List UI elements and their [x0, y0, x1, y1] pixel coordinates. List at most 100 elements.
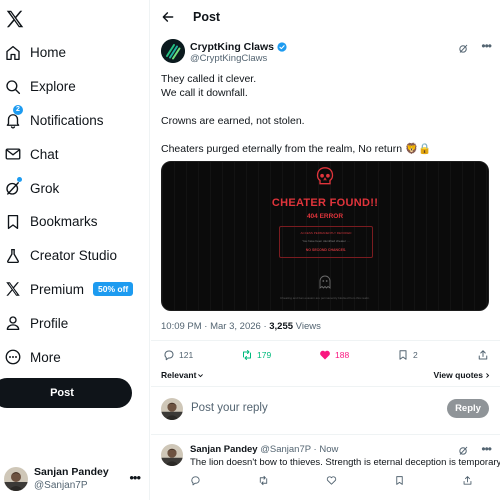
- media-notice-box: ACCESS PERMANENTLY REVOKED You have been…: [279, 226, 373, 258]
- bookmark-icon: [399, 350, 407, 360]
- bookmark-action[interactable]: 2: [397, 349, 418, 361]
- account-info: Sanjan Pandey @Sanjan7P: [34, 465, 109, 493]
- heart-icon[interactable]: [326, 475, 337, 486]
- sidebar-item-more[interactable]: More: [0, 340, 150, 374]
- reply-input[interactable]: Post your reply: [191, 402, 268, 414]
- repost-count: 179: [257, 350, 272, 360]
- reply-button[interactable]: Reply: [447, 399, 489, 418]
- reply-author-meta: @Sanjan7P · Now: [260, 444, 339, 455]
- reply-actions: [190, 475, 490, 487]
- author-name[interactable]: CryptKing Claws: [190, 41, 287, 53]
- grok-icon[interactable]: [458, 445, 469, 456]
- page-header: Post: [151, 0, 500, 34]
- reply-author: Sanjan Pandey @Sanjan7P · Now: [190, 444, 338, 455]
- home-icon: [4, 44, 22, 62]
- sidebar-item-label: More: [30, 349, 61, 365]
- chevron-right-icon: [486, 372, 490, 378]
- sidebar-item-profile[interactable]: Profile: [0, 306, 150, 340]
- reply-icon[interactable]: [190, 475, 201, 486]
- page-title: Post: [193, 10, 221, 24]
- repost-action[interactable]: 179: [241, 349, 271, 361]
- reply-icon: [164, 350, 174, 361]
- tweet-line: They called it clever.: [161, 73, 257, 85]
- grok-icon[interactable]: [458, 43, 469, 54]
- sidebar-item-creator-studio[interactable]: Creator Studio: [0, 239, 150, 273]
- view-quotes-link[interactable]: View quotes: [434, 370, 491, 380]
- repost-icon[interactable]: [258, 475, 269, 486]
- media-notice-body: You have been identified cheater …: [302, 239, 350, 243]
- post-button[interactable]: Post: [0, 378, 132, 408]
- more-horizontal-icon[interactable]: •••: [129, 470, 141, 485]
- more-circle-icon: [4, 348, 22, 366]
- sidebar-item-label: Bookmarks: [30, 214, 98, 230]
- like-action[interactable]: 188: [319, 349, 349, 361]
- tweet-text: They called it clever. We call it downfa…: [161, 72, 491, 156]
- premium-discount-badge: 50% off: [93, 282, 134, 297]
- person-icon: [4, 314, 22, 332]
- media-error-code: 404 ERROR: [306, 213, 344, 220]
- sidebar-item-label: Home: [30, 45, 67, 61]
- tweet-media-image[interactable]: CHEATER FOUND!! 404 ERROR ACCESS PERMANE…: [161, 161, 489, 311]
- sidebar-item-label: Creator Studio: [30, 248, 118, 264]
- tweet-author: CryptKing Claws @CryptKingClaws •••: [161, 39, 492, 67]
- sidebar-item-bookmarks[interactable]: Bookmarks: [0, 205, 150, 239]
- views-label: Views: [295, 321, 321, 332]
- mail-icon: [4, 145, 22, 163]
- flask-icon: [4, 247, 22, 265]
- avatar: [4, 467, 28, 491]
- ghost-icon: [319, 275, 331, 289]
- view-quotes-label: View quotes: [433, 370, 483, 380]
- sidebar-item-explore[interactable]: Explore: [0, 70, 150, 104]
- reply-action[interactable]: 121: [163, 349, 193, 361]
- account-name: Sanjan Pandey: [34, 466, 109, 478]
- views-count: 3,255: [269, 321, 294, 332]
- share-icon: [478, 350, 488, 360]
- share-action[interactable]: [477, 349, 493, 361]
- divider: [151, 340, 500, 341]
- skull-icon: [316, 167, 334, 185]
- avatar: [161, 398, 183, 420]
- divider: [151, 386, 500, 387]
- like-count: 188: [335, 350, 350, 360]
- sidebar-item-notifications[interactable]: 2 Notifications: [0, 104, 150, 138]
- x-logo[interactable]: [4, 8, 26, 30]
- tweet-line: Cheaters purged eternally from the realm…: [161, 143, 432, 155]
- grok-icon: [4, 177, 22, 197]
- bookmark-count: 2: [413, 350, 418, 360]
- tweet-line: We call it downfall.: [161, 87, 248, 99]
- reply-author-name[interactable]: Sanjan Pandey: [190, 444, 258, 455]
- author-name-text: CryptKing Claws: [190, 41, 275, 53]
- sidebar-item-grok[interactable]: Grok: [0, 171, 150, 205]
- repost-icon: [243, 350, 251, 360]
- reply-item[interactable]: Sanjan Pandey @Sanjan7P · Now ••• The li…: [161, 442, 500, 492]
- main-column: Post CryptKing Claws @CryptKingClaws •••…: [151, 0, 500, 500]
- sidebar-item-label: Chat: [30, 146, 59, 162]
- chevron-down-icon: [198, 373, 204, 377]
- author-handle[interactable]: @CryptKingClaws: [190, 53, 267, 64]
- reply-count: 121: [179, 350, 194, 360]
- sidebar-item-home[interactable]: Home: [0, 36, 150, 70]
- more-horizontal-icon[interactable]: •••: [481, 442, 492, 456]
- sidebar-nav: Home Explore 2 Notifications Chat Grok B…: [0, 36, 150, 374]
- tweet-timestamp[interactable]: 10:09 PM · Mar 3, 2026 · 3,255 Views: [161, 321, 321, 332]
- media-notice-warning: NO SECOND CHANCES.: [305, 248, 347, 252]
- tweet-time: 10:09 PM · Mar 3, 2026 ·: [161, 321, 267, 332]
- back-arrow-icon[interactable]: [161, 10, 175, 24]
- more-horizontal-icon[interactable]: •••: [481, 39, 492, 53]
- sidebar-item-premium[interactable]: Premium 50% off: [0, 273, 150, 307]
- sidebar-item-label: Profile: [30, 315, 69, 331]
- share-icon[interactable]: [462, 475, 473, 486]
- x-logo-icon: [4, 280, 22, 298]
- sort-replies-dropdown[interactable]: Relevant: [161, 370, 204, 380]
- avatar[interactable]: [161, 39, 185, 63]
- bookmark-icon[interactable]: [394, 475, 405, 486]
- verified-badge-icon: [277, 42, 287, 52]
- account-switcher[interactable]: Sanjan Pandey @Sanjan7P •••: [4, 464, 146, 494]
- sidebar-item-label: Premium: [30, 281, 85, 297]
- heart-icon: [320, 350, 330, 360]
- sort-label: Relevant: [161, 370, 197, 380]
- sidebar-item-label: Explore: [30, 79, 76, 95]
- avatar[interactable]: [161, 444, 183, 466]
- reply-composer: Post your reply Reply: [161, 396, 491, 422]
- sidebar-item-chat[interactable]: Chat: [0, 137, 150, 171]
